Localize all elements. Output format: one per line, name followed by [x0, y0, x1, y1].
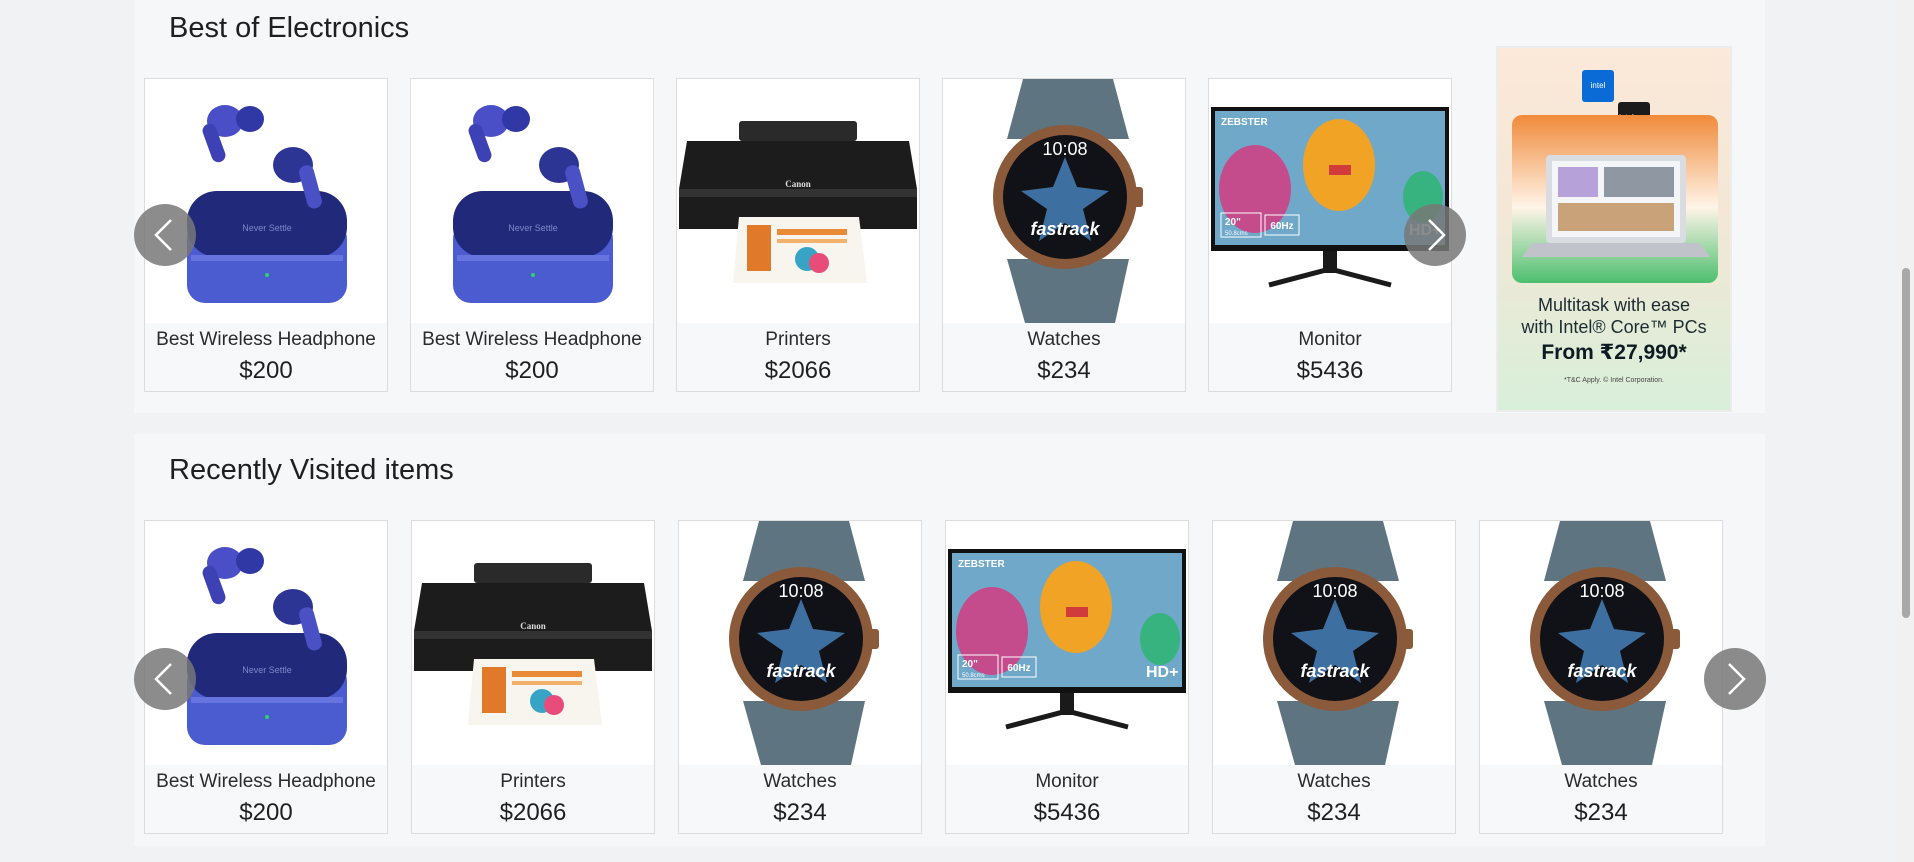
watch-brand: fastrack	[1300, 661, 1370, 681]
product-price: $2066	[499, 799, 567, 826]
ad-fine-print: *T&C Apply. © Intel Corporation.	[1564, 377, 1664, 384]
product-image-watch: 10:08 fastrack	[679, 521, 921, 765]
product-name: Watches	[1027, 329, 1101, 350]
section-title: Best of Electronics	[169, 12, 410, 44]
product-price: $5436	[1296, 357, 1364, 384]
product-name: Best Wireless Headphone	[156, 329, 376, 350]
product-card[interactable]: Canon Printers $2066	[676, 78, 920, 392]
laptop-image	[1512, 115, 1718, 283]
product-name: Watches	[763, 771, 837, 792]
product-price: $2066	[764, 357, 832, 384]
product-price: $200	[239, 357, 293, 384]
product-name: Watches	[1564, 771, 1638, 792]
monitor-hd: HD+	[1146, 664, 1178, 681]
best-of-electronics-section: Best of Electronics Never Settle Best Wi…	[134, 0, 1765, 413]
chevron-right-icon	[1428, 219, 1446, 251]
carousel-next-button[interactable]	[1704, 648, 1766, 710]
earbuds-caption: Never Settle	[242, 223, 292, 233]
product-image-watch: 10:08 fastrack	[1213, 521, 1455, 765]
product-price: $234	[1307, 799, 1361, 826]
carousel-prev-button[interactable]	[134, 204, 196, 266]
product-price: $234	[1037, 357, 1091, 384]
product-card[interactable]: Canon Printers $2066	[411, 520, 655, 834]
product-card[interactable]: ZEBSTER 20" 50.8cms 60Hz HD+ Monitor $54…	[945, 520, 1189, 834]
product-price: $234	[1574, 799, 1628, 826]
product-price: $200	[505, 357, 559, 384]
page-scrollbar[interactable]	[1897, 0, 1914, 862]
watch-time: 10:08	[778, 581, 823, 601]
product-price: $234	[773, 799, 827, 826]
ad-offer: From ₹27,990*	[1541, 341, 1687, 364]
product-image-monitor: ZEBSTER 20" 50.8cms 60Hz HD+	[946, 521, 1188, 765]
product-name: Monitor	[1035, 771, 1099, 792]
monitor-size: 20"	[962, 659, 978, 670]
monitor-size: 20"	[1225, 217, 1241, 228]
product-card[interactable]: 10:08 fastrack Watches $234	[1479, 520, 1723, 834]
product-price: $5436	[1033, 799, 1101, 826]
carousel-next-button[interactable]	[1404, 204, 1466, 266]
product-name: Best Wireless Headphone	[422, 329, 642, 350]
chevron-left-icon	[154, 219, 172, 251]
watch-time: 10:08	[1579, 581, 1624, 601]
monitor-refresh: 60Hz	[1007, 663, 1030, 674]
carousel-prev-button[interactable]	[134, 648, 196, 710]
product-image-printer: Canon	[677, 79, 919, 323]
printer-brand: Canon	[520, 621, 546, 631]
printer-brand: Canon	[785, 179, 811, 189]
product-price: $200	[239, 799, 293, 826]
monitor-refresh: 60Hz	[1270, 221, 1293, 232]
product-image-watch: 10:08 fastrack	[943, 79, 1185, 323]
intel-core-badge: intel core	[1582, 70, 1614, 122]
product-image-earbuds: Never Settle	[145, 521, 387, 765]
section-title: Recently Visited items	[169, 454, 454, 486]
product-image-monitor: ZEBSTER 20" 50.8cms 60Hz HD+	[1209, 79, 1451, 323]
monitor-size-cm: 50.8cms	[1225, 231, 1248, 237]
ad-headline-line2: with Intel® Core™ PCs	[1521, 317, 1707, 337]
monitor-size-cm: 50.8cms	[962, 673, 985, 679]
product-image-earbuds: Never Settle	[411, 79, 653, 323]
product-card[interactable]: Never Settle Best Wireless Headphone $20…	[410, 78, 654, 392]
product-name: Monitor	[1298, 329, 1362, 350]
product-image-earbuds: Never Settle	[145, 79, 387, 323]
monitor-brand: ZEBSTER	[958, 559, 1005, 570]
product-name: Printers	[500, 771, 566, 792]
watch-brand: fastrack	[1030, 219, 1100, 239]
product-name: Watches	[1297, 771, 1371, 792]
product-card[interactable]: 10:08 fastrack Watches $234	[942, 78, 1186, 392]
product-card[interactable]: 10:08 fastrack Watches $234	[678, 520, 922, 834]
scrollbar-thumb[interactable]	[1902, 268, 1910, 618]
watch-time: 10:08	[1042, 139, 1087, 159]
product-card[interactable]: 10:08 fastrack Watches $234	[1212, 520, 1456, 834]
watch-brand: fastrack	[1567, 661, 1637, 681]
monitor-brand: ZEBSTER	[1221, 117, 1268, 128]
earbuds-caption: Never Settle	[508, 223, 558, 233]
product-image-printer: Canon	[412, 521, 654, 765]
earbuds-caption: Never Settle	[242, 665, 292, 675]
chevron-right-icon	[1728, 663, 1746, 695]
intel-ad-banner[interactable]: intel coreintel evo Multitask with ease …	[1496, 46, 1732, 412]
ad-headline-line1: Multitask with ease	[1537, 295, 1691, 315]
product-name: Printers	[765, 329, 831, 350]
watch-time: 10:08	[1312, 581, 1357, 601]
recently-visited-section: Recently Visited items Never Settle Best…	[134, 434, 1766, 846]
product-image-watch: 10:08 fastrack	[1480, 521, 1722, 765]
product-name: Best Wireless Headphone	[156, 771, 376, 792]
watch-brand: fastrack	[766, 661, 836, 681]
chevron-left-icon	[154, 663, 172, 695]
